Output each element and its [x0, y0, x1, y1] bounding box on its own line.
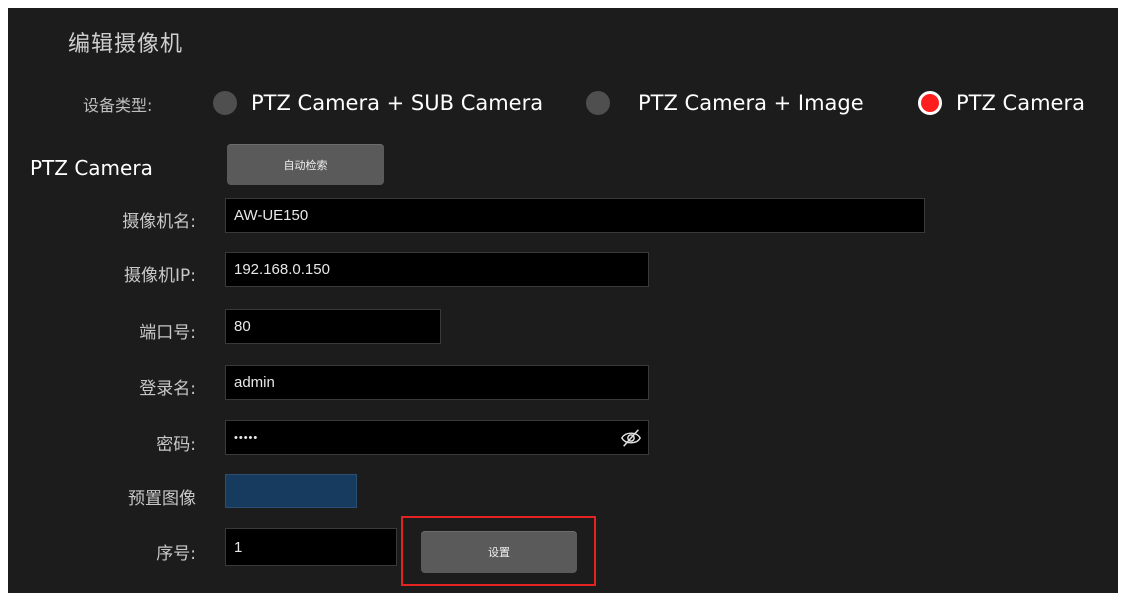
password-input[interactable]: •••••	[225, 420, 649, 455]
password-label: 密码:	[156, 435, 196, 455]
camera-ip-label: 摄像机IP:	[124, 266, 196, 286]
eye-slash-icon[interactable]	[620, 427, 642, 449]
radio-label: PTZ Camera	[956, 91, 1085, 115]
radio-label: PTZ Camera + Image	[638, 91, 864, 115]
preset-image-thumbnail[interactable]	[225, 474, 357, 508]
serial-no-label: 序号:	[156, 544, 196, 564]
camera-name-input[interactable]: AW-UE150	[225, 198, 925, 233]
highlight-box	[401, 516, 596, 586]
preset-image-label: 预置图像	[128, 489, 196, 509]
dialog-title: 编辑摄像机	[68, 32, 184, 57]
radio-button-icon	[586, 91, 610, 115]
login-name-label: 登录名:	[139, 379, 196, 399]
edit-camera-dialog: 编辑摄像机 设备类型: PTZ Camera + SUB Camera PTZ …	[8, 8, 1118, 593]
radio-ptz-camera[interactable]: PTZ Camera	[918, 86, 1085, 120]
login-name-input[interactable]: admin	[225, 365, 649, 400]
camera-ip-input[interactable]: 192.168.0.150	[225, 252, 649, 287]
section-label-ptz-camera: PTZ Camera	[30, 156, 153, 180]
radio-ptz-sub-camera[interactable]: PTZ Camera + SUB Camera	[213, 86, 543, 120]
camera-name-label: 摄像机名:	[122, 212, 196, 232]
port-input[interactable]: 80	[225, 309, 441, 344]
auto-search-button[interactable]: 自动检索	[227, 144, 384, 185]
radio-ptz-image[interactable]: PTZ Camera + Image	[586, 86, 864, 120]
serial-no-input[interactable]: 1	[225, 528, 397, 566]
port-label: 端口号:	[139, 323, 196, 343]
password-value: •••••	[234, 431, 259, 444]
device-type-label: 设备类型:	[83, 96, 153, 115]
radio-button-icon	[213, 91, 237, 115]
radio-label: PTZ Camera + SUB Camera	[251, 91, 544, 115]
radio-button-selected-icon	[918, 91, 942, 115]
